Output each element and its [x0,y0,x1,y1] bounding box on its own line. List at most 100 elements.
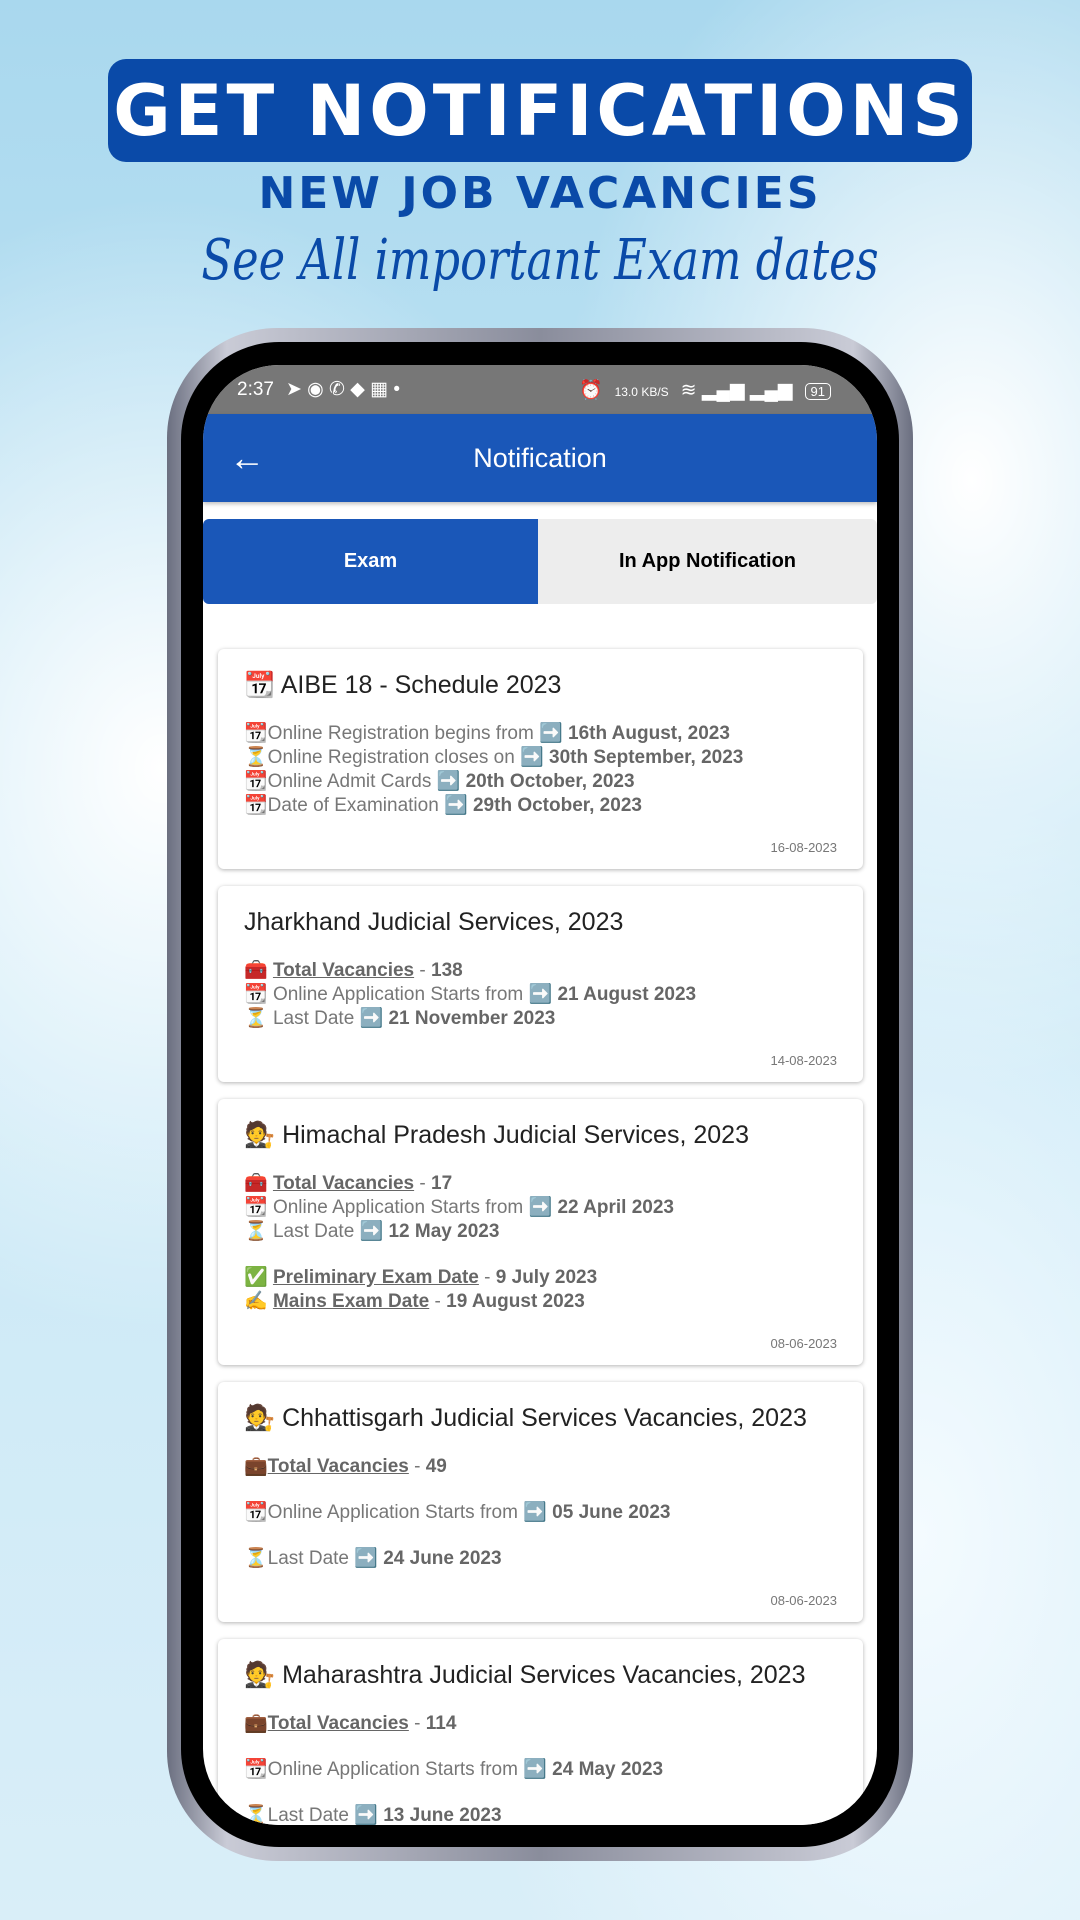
card-group: 📆Online Application Starts from ➡️ 05 Ju… [244,1501,837,1525]
card-date: 16-08-2023 [770,840,838,855]
line-value: 12 May 2023 [388,1221,500,1242]
line-emoji-icon: 📆 [244,1759,268,1780]
line-value: 21 August 2023 [557,984,697,1005]
page-title: Notification [473,442,607,473]
notification-icons: ➤ ◉ ✆ ◆ ▦ • [285,379,401,400]
line-text: Online Application Starts from ➡️ [267,1502,553,1523]
line-emoji-icon: ⏳ [244,747,268,768]
line-text: Online Application Starts from ➡️ [272,1197,558,1218]
notification-card[interactable]: 🧑‍⚖️ Himachal Pradesh Judicial Services,… [218,1099,863,1365]
line-value: 9 July 2023 [495,1267,598,1288]
line-text: Last Date ➡️ [272,1221,389,1242]
line-emoji-icon: ⏳ [244,1805,268,1825]
card-line: ✍️ Mains Exam Date - 19 August 2023 [244,1290,837,1314]
line-value: 17 [431,1173,453,1194]
card-group: 💼Total Vacancies - 114 [244,1712,837,1736]
line-text: - [478,1267,496,1288]
phone-screen: 2:37 ➤ ◉ ✆ ◆ ▦ • ⏰ 13.0 KB/S ≋ ▂▄▆ ▂▄▆ 91 ← … [203,365,877,1825]
line-value: 19 August 2023 [446,1291,585,1312]
line-text: Last Date ➡️ [267,1548,384,1569]
tab-in-app-notification[interactable]: In App Notification [538,519,877,604]
line-emoji-icon: ✍️ [244,1291,273,1312]
line-value: 30th September, 2023 [549,747,744,768]
card-line: 💼Total Vacancies - 114 [244,1712,837,1736]
card-line: 💼Total Vacancies - 49 [244,1455,837,1479]
card-date: 08-06-2023 [770,1336,838,1351]
line-text: Last Date ➡️ [267,1805,384,1825]
app-bar: ← Notification [203,414,877,502]
card-title: 🧑‍⚖️ Himachal Pradesh Judicial Services,… [244,1121,749,1149]
arrow-left-icon[interactable]: ← [229,437,265,479]
card-line: ⏳Online Registration closes on ➡️ 30th S… [244,746,837,770]
card-line: ⏳Last Date ➡️ 13 June 2023 [244,1804,837,1825]
card-group: ✅ Preliminary Exam Date - 9 July 2023 ✍️ … [244,1266,837,1314]
line-text: Last Date ➡️ [272,1008,389,1029]
line-text: Online Registration begins from ➡️ [267,723,569,744]
card-line: ⏳Last Date ➡️ 24 June 2023 [244,1547,837,1571]
notification-card[interactable]: 📆 AIBE 18 - Schedule 2023 📆Online Registr… [218,649,863,869]
line-text: - [414,960,431,981]
card-line: 📆Date of Examination ➡️ 29th October, 20… [244,794,837,818]
tab-bar: Exam In App Notification [203,519,877,604]
line-emoji-icon: 📆 [244,795,268,816]
card-title: Jharkhand Judicial Services, 2023 [244,908,624,936]
card-line: 📆 Online Application Starts from ➡️ 21 A… [244,983,837,1007]
card-title: 🧑‍⚖️ Maharashtra Judicial Services Vacan… [244,1661,806,1689]
line-emoji-icon: 📆 [244,771,268,792]
notification-card[interactable]: 🧑‍⚖️ Maharashtra Judicial Services Vacan… [218,1639,863,1825]
line-text: Online Application Starts from ➡️ [267,1759,553,1780]
line-emoji-icon: 🧰 [244,960,273,981]
line-emoji-icon: 🧰 [244,1173,273,1194]
alarm-icon: ⏰ [578,379,603,401]
line-text: - [414,1173,431,1194]
line-value: 49 [425,1456,447,1477]
line-value: 21 November 2023 [388,1008,556,1029]
line-label: Mains Exam Date [272,1291,430,1312]
card-title: 📆 AIBE 18 - Schedule 2023 [244,671,562,699]
battery-level: 91 [804,382,831,400]
line-label: Total Vacancies [272,1173,415,1194]
line-text: - [408,1713,426,1734]
line-value: 24 May 2023 [552,1759,664,1780]
card-line: 📆Online Registration begins from ➡️ 16th… [244,722,837,746]
line-value: 29th October, 2023 [472,795,642,816]
card-line: ⏳ Last Date ➡️ 12 May 2023 [244,1220,837,1244]
notification-card[interactable]: Jharkhand Judicial Services, 2023 🧰 Total… [218,886,863,1082]
card-line: ⏳ Last Date ➡️ 21 November 2023 [244,1007,837,1031]
line-value: 114 [425,1713,457,1734]
line-emoji-icon: 💼 [244,1456,268,1477]
line-text: - [429,1291,447,1312]
line-emoji-icon: ✅ [244,1267,273,1288]
line-value: 20th October, 2023 [465,771,635,792]
line-emoji-icon: 📆 [244,723,268,744]
wifi-signal-icons: ≋ ▂▄▆ ▂▄▆ [680,379,793,401]
status-bar: 2:37 ➤ ◉ ✆ ◆ ▦ • ⏰ 13.0 KB/S ≋ ▂▄▆ ▂▄▆ 91 [203,365,877,414]
line-emoji-icon: ⏳ [244,1548,268,1569]
net-speed: 13.0 KB/S [614,384,669,399]
card-group: 📆Online Application Starts from ➡️ 24 Ma… [244,1758,837,1782]
promo-subheadline: NEW JOB VACANCIES [258,168,822,219]
card-line: 🧰 Total Vacancies - 17 [244,1172,837,1196]
notification-card[interactable]: 🧑‍⚖️ Chhattisgarh Judicial Services Vaca… [218,1382,863,1622]
card-line: 🧰 Total Vacancies - 138 [244,959,837,983]
card-line: 📆Online Application Starts from ➡️ 05 Ju… [244,1501,837,1525]
card-line: 📆 Online Application Starts from ➡️ 22 A… [244,1196,837,1220]
line-text: - [408,1456,426,1477]
line-value: 138 [431,960,463,981]
line-emoji-icon: ⏳ [244,1008,273,1029]
line-emoji-icon: ⏳ [244,1221,273,1242]
line-emoji-icon: 📆 [244,1502,268,1523]
line-value: 24 June 2023 [383,1548,502,1569]
promo-tagline: See All important Exam dates [201,228,879,293]
line-emoji-icon: 📆 [244,1197,273,1218]
card-group: 🧰 Total Vacancies - 138 📆 Online Applicat… [244,959,837,1031]
line-label: Preliminary Exam Date [272,1267,479,1288]
card-group: 💼Total Vacancies - 49 [244,1455,837,1479]
line-value: 05 June 2023 [552,1502,671,1523]
card-group: ⏳Last Date ➡️ 13 June 2023 [244,1804,837,1825]
card-date: 14-08-2023 [770,1053,838,1068]
line-text: Online Registration closes on ➡️ [267,747,550,768]
card-line: 📆Online Admit Cards ➡️ 20th October, 202… [244,770,837,794]
tab-exam[interactable]: Exam [203,519,538,604]
line-emoji-icon: 📆 [244,984,273,1005]
